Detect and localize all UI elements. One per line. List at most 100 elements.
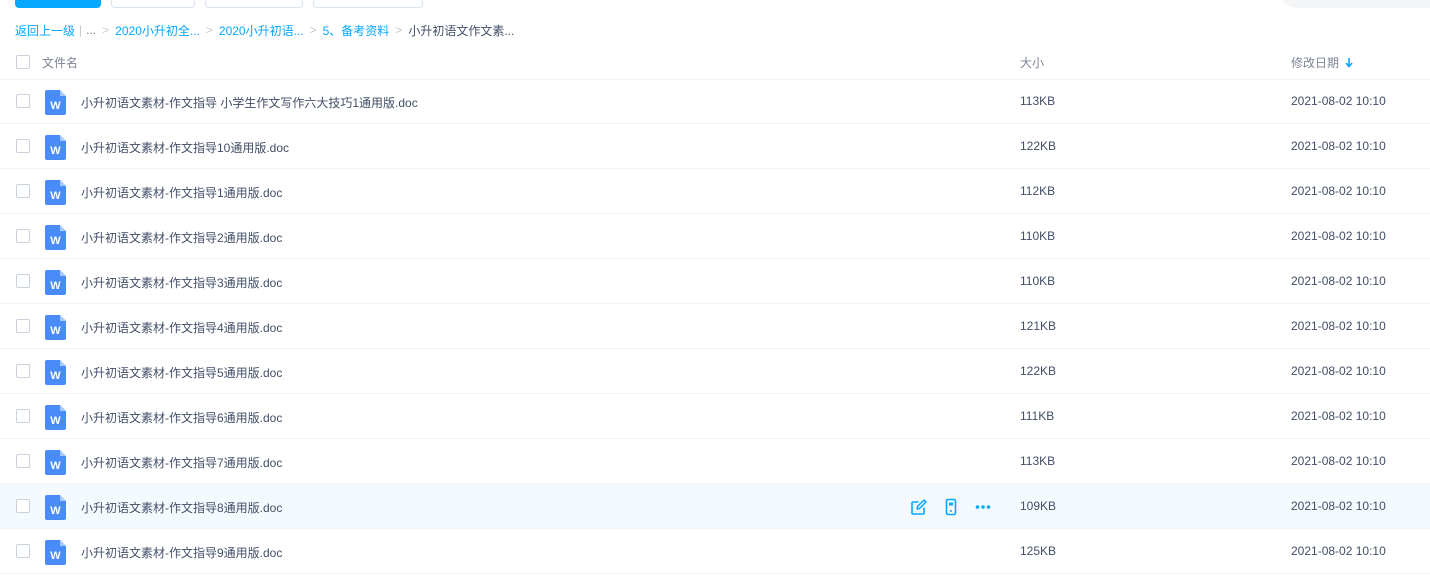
file-date: 2021-08-02 10:10 [1291, 94, 1386, 108]
file-size: 110KB [1020, 274, 1056, 288]
file-name[interactable]: 小升初语文素材-作文指导9通用版.doc [81, 544, 282, 561]
file-size: 122KB [1020, 139, 1057, 153]
file-date: 2021-08-02 10:10 [1291, 139, 1386, 153]
word-doc-icon: W [45, 360, 66, 385]
file-name[interactable]: 小升初语文素材-作文指导5通用版.doc [81, 364, 282, 381]
row-checkbox[interactable] [16, 454, 30, 468]
svg-text:W: W [50, 235, 61, 247]
word-doc-icon: W [45, 135, 66, 160]
row-checkbox[interactable] [16, 544, 30, 558]
table-row[interactable]: W 小升初语文素材-作文指导 小学生作文写作六大技巧1通用版.doc 113KB 20… [0, 79, 1430, 124]
word-doc-icon: W [45, 90, 66, 115]
arrow-down-icon[interactable] [1345, 57, 1353, 68]
phone-icon[interactable] [942, 498, 960, 516]
word-doc-icon: W [45, 450, 66, 475]
breadcrumb-chevron-icon: > [309, 23, 317, 37]
file-name[interactable]: 小升初语文素材-作文指导10通用版.doc [81, 139, 289, 156]
edit-icon[interactable] [910, 498, 928, 516]
svg-text:W: W [50, 280, 61, 292]
file-size: 111KB [1020, 409, 1055, 423]
breadcrumb: 返回上一级 | ... > 2020小升初全... > 2020小升初语... … [15, 22, 514, 38]
row-checkbox[interactable] [16, 274, 30, 288]
row-checkbox[interactable] [16, 499, 30, 513]
breadcrumb-item[interactable]: 2020小升初语... [219, 22, 304, 39]
table-row[interactable]: W 小升初语文素材-作文指导5通用版.doc 122KB 2021-08-02 10:… [0, 349, 1430, 394]
column-header-size[interactable]: 大小 [1020, 54, 1044, 71]
breadcrumb-back-link[interactable]: 返回上一级 [15, 22, 75, 39]
file-browser: 返回上一级 | ... > 2020小升初全... > 2020小升初语... … [0, 0, 1430, 588]
file-size: 110KB [1020, 229, 1056, 243]
svg-text:W: W [50, 370, 61, 382]
svg-text:W: W [50, 460, 61, 472]
column-header-date-label: 修改日期 [1291, 56, 1340, 70]
file-size: 122KB [1020, 364, 1057, 378]
file-name[interactable]: 小升初语文素材-作文指导8通用版.doc [81, 499, 282, 516]
table-row[interactable]: W 小升初语文素材-作文指导9通用版.doc 125KB 2021-08-02 10:… [0, 529, 1430, 574]
row-checkbox[interactable] [16, 364, 30, 378]
table-header: 文件名 大小 修改日期 [0, 42, 1430, 80]
file-name[interactable]: 小升初语文素材-作文指导4通用版.doc [81, 319, 282, 336]
word-doc-icon: W [45, 225, 66, 250]
svg-text:W: W [50, 550, 61, 562]
file-date: 2021-08-02 10:10 [1291, 364, 1386, 378]
toolbar-more-button[interactable] [313, 0, 423, 8]
word-doc-icon: W [45, 315, 66, 340]
breadcrumb-chevron-icon: > [205, 23, 213, 37]
file-name[interactable]: 小升初语文素材-作文指导3通用版.doc [81, 274, 282, 291]
file-name[interactable]: 小升初语文素材-作文指导6通用版.doc [81, 409, 282, 426]
breadcrumb-chevron-icon: > [395, 23, 403, 37]
table-row[interactable]: W 小升初语文素材-作文指导1通用版.doc 112KB 2021-08-02 10:… [0, 169, 1430, 214]
word-doc-icon: W [45, 405, 66, 430]
word-doc-icon: W [45, 540, 66, 565]
file-size: 112KB [1020, 184, 1056, 198]
breadcrumb-divider: | [79, 23, 83, 37]
breadcrumb-item[interactable]: 2020小升初全... [115, 22, 200, 39]
file-date: 2021-08-02 10:10 [1291, 229, 1386, 243]
file-date: 2021-08-02 10:10 [1291, 499, 1386, 513]
file-name[interactable]: 小升初语文素材-作文指导2通用版.doc [81, 229, 282, 246]
file-size: 121KB [1020, 319, 1057, 333]
column-header-date[interactable]: 修改日期 [1291, 54, 1353, 71]
more-icon[interactable] [974, 498, 992, 516]
breadcrumb-ellipsis[interactable]: ... [86, 23, 96, 37]
file-size: 125KB [1020, 544, 1057, 558]
row-checkbox[interactable] [16, 139, 30, 153]
file-size: 113KB [1020, 94, 1056, 108]
table-row[interactable]: W 小升初语文素材-作文指导10通用版.doc 122KB 2021-08-02 10… [0, 124, 1430, 169]
column-header-name[interactable]: 文件名 [42, 54, 78, 71]
breadcrumb-item[interactable]: 5、备考资料 [323, 22, 390, 39]
file-size: 109KB [1020, 499, 1057, 513]
search-box[interactable] [1280, 0, 1430, 8]
breadcrumb-chevron-icon: > [102, 23, 110, 37]
file-date: 2021-08-02 10:10 [1291, 184, 1386, 198]
row-checkbox[interactable] [16, 94, 30, 108]
row-checkbox[interactable] [16, 409, 30, 423]
svg-text:W: W [50, 190, 61, 202]
table-row[interactable]: W 小升初语文素材-作文指导4通用版.doc 121KB 2021-08-02 10:… [0, 304, 1430, 349]
file-date: 2021-08-02 10:10 [1291, 319, 1386, 333]
svg-text:W: W [50, 325, 61, 337]
breadcrumb-current: 小升初语文作文素... [408, 23, 515, 38]
file-name[interactable]: 小升初语文素材-作文指导 小学生作文写作六大技巧1通用版.doc [81, 94, 418, 111]
file-name[interactable]: 小升初语文素材-作文指导7通用版.doc [81, 454, 282, 471]
file-size: 113KB [1020, 454, 1056, 468]
offline-download-button[interactable] [205, 0, 303, 8]
upload-button[interactable] [15, 0, 101, 8]
table-row[interactable]: W 小升初语文素材-作文指导6通用版.doc 111KB 2021-08-02 10:… [0, 394, 1430, 439]
svg-text:W: W [50, 415, 61, 427]
file-name[interactable]: 小升初语文素材-作文指导1通用版.doc [81, 184, 282, 201]
row-checkbox[interactable] [16, 229, 30, 243]
file-date: 2021-08-02 10:10 [1291, 454, 1386, 468]
word-doc-icon: W [45, 495, 66, 520]
table-row[interactable]: W 小升初语文素材-作文指导3通用版.doc 110KB 2021-08-02 10:… [0, 259, 1430, 304]
table-row[interactable]: W 小升初语文素材-作文指导8通用版.doc 109KB 2021-08-02 10:… [0, 484, 1430, 529]
select-all-checkbox[interactable] [16, 55, 30, 69]
row-checkbox[interactable] [16, 319, 30, 333]
row-checkbox[interactable] [16, 184, 30, 198]
file-date: 2021-08-02 10:10 [1291, 274, 1386, 288]
svg-text:W: W [50, 100, 61, 112]
table-row[interactable]: W 小升初语文素材-作文指导2通用版.doc 110KB 2021-08-02 10:… [0, 214, 1430, 259]
new-folder-button[interactable] [111, 0, 195, 8]
table-row[interactable]: W 小升初语文素材-作文指导7通用版.doc 113KB 2021-08-02 10:… [0, 439, 1430, 484]
file-date: 2021-08-02 10:10 [1291, 544, 1386, 558]
